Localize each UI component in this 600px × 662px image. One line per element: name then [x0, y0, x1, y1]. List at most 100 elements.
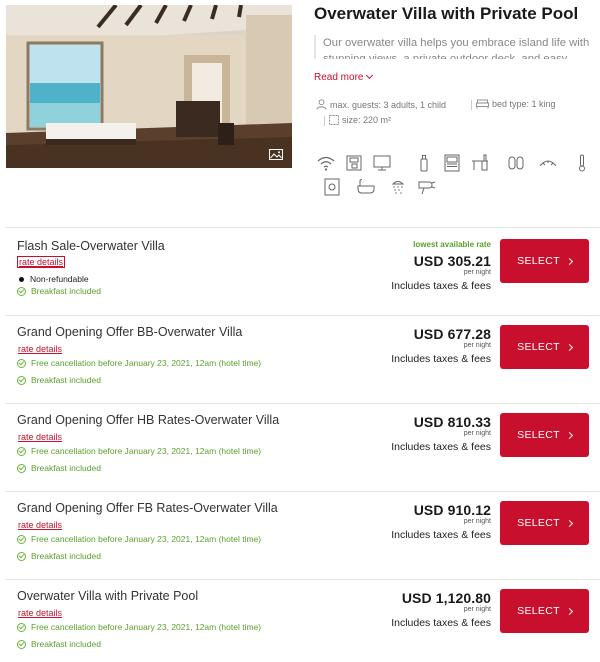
- check-circle-icon: [17, 375, 26, 385]
- bed-icon: [476, 99, 489, 109]
- rate-details-link[interactable]: rate details: [18, 344, 62, 354]
- fact-divider: [471, 100, 472, 110]
- breakfast-line: Breakfast included: [17, 463, 101, 473]
- check-circle-icon: [17, 534, 26, 544]
- check-circle-icon: [17, 551, 26, 561]
- rate-details-link[interactable]: rate details: [18, 432, 62, 442]
- rate-price: USD 910.12: [413, 502, 491, 518]
- chevron-right-icon: [565, 343, 573, 351]
- per-night-label: per night: [463, 430, 491, 437]
- safe-icon: [322, 178, 342, 196]
- coffee-maker-icon: [344, 154, 364, 172]
- taxes-label: Includes taxes & fees: [391, 441, 491, 453]
- per-night-label: per night: [463, 606, 491, 613]
- breakfast-line: Breakfast included: [17, 551, 101, 561]
- amenity-icons: [316, 154, 600, 202]
- rate-details-link[interactable]: rate details: [18, 608, 62, 618]
- minibar-icon: [442, 154, 462, 172]
- rate-name: Grand Opening Offer BB-Overwater Villa: [17, 325, 243, 339]
- rate-price: USD 305.21: [413, 253, 491, 269]
- max-guests-text: max. guests: 3 adults, 1 child: [330, 99, 447, 110]
- max-guests-fact: max. guests: 3 adults, 1 child: [316, 99, 446, 110]
- room-photo[interactable]: [6, 5, 292, 168]
- rate-row: Grand Opening Offer BB-Overwater Villa r…: [6, 316, 600, 404]
- check-circle-icon: [17, 639, 26, 649]
- benefit-text: Free cancellation before January 23, 202…: [31, 622, 262, 632]
- check-circle-icon: [17, 358, 26, 368]
- read-more-link[interactable]: Read more: [314, 71, 374, 83]
- benefit-text: Breakfast included: [31, 463, 101, 473]
- slippers-icon: [506, 154, 526, 172]
- rate-list: Flash Sale-Overwater Villa rate details …: [6, 227, 600, 662]
- cancellation-line: Free cancellation before January 23, 202…: [17, 446, 261, 456]
- select-label: SELECT: [517, 429, 560, 441]
- select-button[interactable]: SELECT: [500, 239, 589, 283]
- cancellation-line: Free cancellation before January 23, 202…: [17, 358, 261, 368]
- breakfast-line: Breakfast included: [17, 375, 101, 385]
- benefit-text: Free cancellation before January 23, 202…: [31, 446, 262, 456]
- per-night-label: per night: [463, 269, 491, 276]
- rate-name: Grand Opening Offer FB Rates-Overwater V…: [17, 501, 278, 515]
- fact-divider: [324, 116, 325, 126]
- benefit-text: Breakfast included: [31, 639, 101, 649]
- rate-row: Grand Opening Offer HB Rates-Overwater V…: [6, 404, 600, 492]
- taxes-label: Includes taxes & fees: [391, 529, 491, 541]
- select-label: SELECT: [517, 605, 560, 617]
- rate-name: Overwater Villa with Private Pool: [17, 589, 199, 603]
- room-size-text: size: 220 m²: [342, 115, 392, 125]
- check-circle-icon: [17, 286, 26, 296]
- breakfast-line: Breakfast included: [17, 639, 101, 649]
- bathtub-icon: [356, 178, 376, 196]
- benefit-text: Breakfast included: [31, 551, 101, 561]
- room-photo-image: [6, 5, 292, 168]
- hairdryer-icon: [538, 154, 558, 172]
- per-night-label: per night: [463, 342, 491, 349]
- room-title: Overwater Villa with Private Pool: [314, 4, 579, 23]
- select-button[interactable]: SELECT: [500, 325, 589, 369]
- rate-row: Grand Opening Offer FB Rates-Overwater V…: [6, 492, 600, 580]
- rate-row: Overwater Villa with Private Pool rate d…: [6, 580, 600, 662]
- cancellation-line: Free cancellation before January 23, 202…: [17, 622, 261, 632]
- room-header: Overwater Villa with Private Pool Our ov…: [0, 0, 600, 210]
- check-circle-icon: [17, 446, 26, 456]
- bed-type-fact: bed type: 1 king: [476, 99, 556, 109]
- gallery-icon[interactable]: [269, 149, 283, 160]
- select-button[interactable]: SELECT: [500, 413, 589, 457]
- select-button[interactable]: SELECT: [500, 589, 589, 633]
- rate-price: USD 810.33: [413, 414, 491, 430]
- cancellation-line: Free cancellation before January 23, 202…: [17, 534, 261, 544]
- hairdryer-2-icon: [416, 178, 436, 196]
- select-label: SELECT: [517, 255, 560, 267]
- rate-name: Grand Opening Offer HB Rates-Overwater V…: [17, 413, 280, 427]
- person-icon: [316, 99, 327, 110]
- select-button[interactable]: SELECT: [500, 501, 589, 545]
- chevron-right-icon: [565, 607, 573, 615]
- rate-details-link[interactable]: rate details: [17, 256, 66, 268]
- toiletries-icon: [414, 154, 434, 172]
- non-refundable-line: Non-refundable: [17, 274, 89, 284]
- chevron-right-icon: [565, 519, 573, 527]
- rate-name: Flash Sale-Overwater Villa: [17, 239, 165, 253]
- chevron-right-icon: [565, 257, 573, 265]
- breakfast-line: Breakfast included: [17, 286, 101, 296]
- rate-price: USD 1,120.80: [401, 590, 491, 606]
- benefit-text: Breakfast included: [31, 286, 101, 296]
- bed-type-text: bed type: 1 king: [492, 99, 556, 109]
- room-description-line: Our overwater villa helps you embrace is…: [323, 37, 590, 49]
- area-icon: [329, 115, 339, 125]
- taxes-label: Includes taxes & fees: [391, 617, 491, 629]
- rate-price: USD 677.28: [413, 326, 491, 342]
- chevron-down-icon: [366, 71, 374, 80]
- check-circle-icon: [17, 463, 26, 473]
- shower-icon: [388, 178, 408, 196]
- tv-icon: [372, 154, 392, 172]
- rate-details-link[interactable]: rate details: [18, 520, 62, 530]
- select-label: SELECT: [517, 517, 560, 529]
- wifi-icon: [316, 154, 336, 172]
- room-size-fact: size: 220 m²: [329, 115, 391, 125]
- taxes-label: Includes taxes & fees: [391, 353, 491, 365]
- policy-text: Non-refundable: [30, 274, 89, 284]
- chevron-right-icon: [565, 431, 573, 439]
- room-description-line: stunning views, a private outdoor deck, …: [323, 53, 568, 59]
- room-description: Our overwater villa helps you embrace is…: [314, 35, 600, 59]
